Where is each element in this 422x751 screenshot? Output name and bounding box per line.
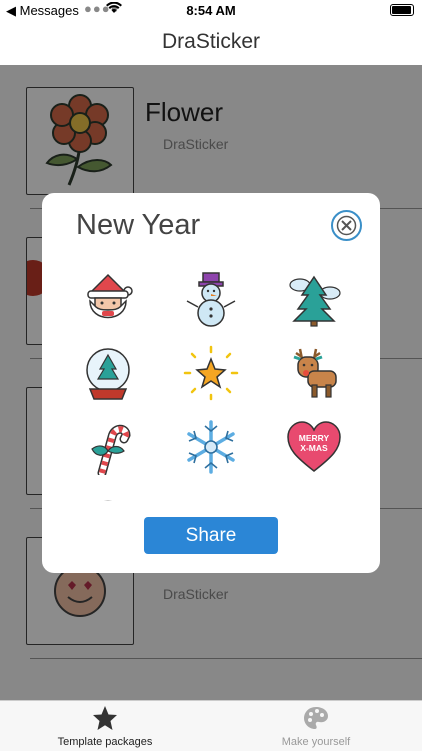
share-button[interactable]: Share	[144, 517, 278, 554]
close-button[interactable]	[331, 210, 362, 241]
close-icon	[336, 215, 357, 236]
heart-text-xmas: X-MAS	[300, 443, 328, 453]
star-icon[interactable]	[183, 345, 239, 401]
clock: 8:54 AM	[186, 3, 236, 18]
page-title: DraSticker	[161, 30, 261, 53]
snow-globe-icon[interactable]	[80, 345, 136, 401]
reindeer-icon[interactable]	[286, 345, 342, 401]
tab-label: Make yourself	[281, 736, 351, 748]
tab-bar: Template packages Make yourself	[0, 700, 422, 751]
heart-text-merry: MERRY	[299, 433, 330, 443]
navigation-bar: DraSticker	[0, 22, 422, 65]
snowflake-icon[interactable]	[183, 419, 239, 475]
next-sticker-icon[interactable]	[80, 493, 136, 501]
tab-make-yourself[interactable]: Make yourself	[236, 701, 396, 751]
candy-cane-icon[interactable]	[80, 419, 136, 478]
modal-title: New Year	[76, 209, 201, 241]
palette-icon	[236, 705, 396, 731]
tab-template-packages[interactable]: Template packages	[25, 701, 185, 751]
christmas-tree-icon[interactable]	[286, 271, 342, 327]
tab-label: Template packages	[57, 736, 153, 748]
status-bar: ◀ Messages ●●●● 8:54 AM	[0, 0, 422, 22]
sticker-package-modal: New Year MERRY X-MAS Share	[42, 193, 380, 573]
snowman-icon[interactable]	[183, 271, 239, 327]
battery-icon	[390, 4, 414, 16]
merry-xmas-heart-icon[interactable]: MERRY X-MAS	[286, 419, 342, 475]
santa-icon[interactable]	[80, 271, 136, 327]
star-icon	[25, 705, 185, 731]
